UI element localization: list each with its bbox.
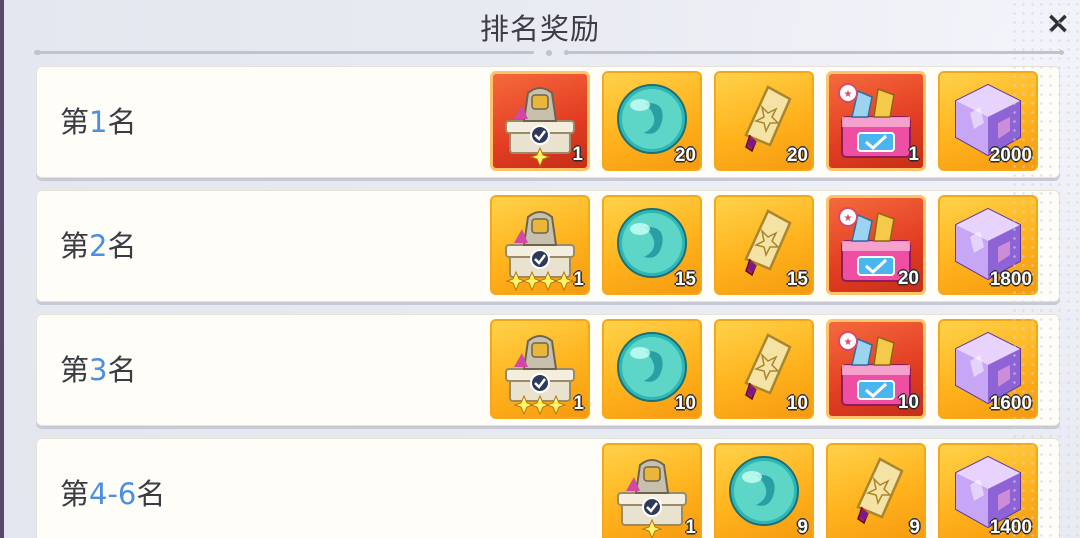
reward-item[interactable]: ★ 10 <box>826 319 926 419</box>
reward-quantity: 10 <box>897 392 919 413</box>
reward-item[interactable]: 1400 <box>938 443 1038 538</box>
reward-row: 第1名 1 20 20 ★ 1 2000 <box>36 66 1060 178</box>
reward-items: 1 9 9 1400 <box>602 443 1038 538</box>
reward-item[interactable]: 20 <box>714 71 814 171</box>
reward-items: 1 20 20 ★ 1 2000 <box>490 71 1038 171</box>
close-button[interactable]: × <box>1038 4 1078 44</box>
ranking-reward-panel: 排名奖励 × 第1名 1 20 20 ★ 1 2000 第2名 1 15 15 … <box>0 0 1080 538</box>
reward-item[interactable]: 1 <box>490 319 590 419</box>
rank-suffix: 名 <box>107 353 137 387</box>
reward-quantity: 1400 <box>989 517 1032 538</box>
rank-label: 第2名 <box>60 190 136 302</box>
reward-item[interactable]: 1800 <box>938 195 1038 295</box>
svg-text:★: ★ <box>844 337 853 348</box>
reward-quantity: 1 <box>572 144 583 165</box>
reward-item[interactable]: 20 <box>602 71 702 171</box>
rank-suffix: 名 <box>107 105 137 139</box>
reward-items: 1 10 10 ★ 10 1600 <box>490 319 1038 419</box>
reward-quantity: 1 <box>908 144 919 165</box>
rank-label: 第4-6名 <box>60 438 165 538</box>
reward-quantity: 10 <box>674 393 696 414</box>
reward-quantity: 9 <box>797 517 808 538</box>
rank-prefix: 第 <box>60 229 90 263</box>
rank-suffix: 名 <box>136 477 166 511</box>
reward-quantity: 1 <box>573 269 584 290</box>
reward-quantity: 15 <box>674 269 696 290</box>
reward-item[interactable]: 1 <box>602 443 702 538</box>
reward-row: 第3名 1 10 10 ★ 10 1600 <box>36 314 1060 426</box>
reward-item[interactable]: 1600 <box>938 319 1038 419</box>
svg-text:★: ★ <box>844 89 853 100</box>
rank-prefix: 第 <box>60 105 90 139</box>
panel-title: 排名奖励 <box>479 12 600 46</box>
reward-quantity: 1800 <box>989 269 1032 290</box>
reward-item[interactable]: 1 <box>490 71 590 171</box>
rank-suffix: 名 <box>107 229 137 263</box>
reward-row: 第2名 1 15 15 ★ 20 1800 <box>36 190 1060 302</box>
reward-quantity: 2000 <box>989 145 1032 166</box>
reward-item[interactable]: 9 <box>714 443 814 538</box>
reward-quantity: 10 <box>786 393 808 414</box>
rank-number: 4-6 <box>89 477 137 511</box>
reward-item[interactable]: 1 <box>490 195 590 295</box>
reward-item[interactable]: ★ 1 <box>826 71 926 171</box>
rank-number: 1 <box>89 105 108 139</box>
rank-number: 2 <box>89 229 108 263</box>
reward-item[interactable]: 15 <box>602 195 702 295</box>
reward-quantity: 1 <box>685 517 696 538</box>
reward-item[interactable]: 2000 <box>938 71 1038 171</box>
reward-quantity: 15 <box>786 269 808 290</box>
reward-list: 第1名 1 20 20 ★ 1 2000 第2名 1 15 15 ★ 20 18… <box>36 66 1060 538</box>
rank-label: 第3名 <box>60 314 136 426</box>
reward-quantity: 20 <box>674 145 696 166</box>
reward-quantity: 9 <box>909 517 920 538</box>
rank-number: 3 <box>89 353 108 387</box>
reward-quantity: 1600 <box>989 393 1032 414</box>
reward-quantity: 20 <box>897 268 919 289</box>
reward-item[interactable]: 10 <box>714 319 814 419</box>
title-divider-right <box>564 50 1064 55</box>
title-divider-left <box>34 50 534 55</box>
reward-quantity: 1 <box>573 393 584 414</box>
reward-item[interactable]: 10 <box>602 319 702 419</box>
reward-quantity: 20 <box>786 145 808 166</box>
title-divider-dot <box>546 50 552 56</box>
rank-prefix: 第 <box>60 353 90 387</box>
rank-label: 第1名 <box>60 66 136 178</box>
reward-item[interactable]: 15 <box>714 195 814 295</box>
reward-row: 第4-6名 1 9 9 1400 <box>36 438 1060 538</box>
rank-prefix: 第 <box>60 477 90 511</box>
svg-text:★: ★ <box>844 213 853 224</box>
reward-item[interactable]: ★ 20 <box>826 195 926 295</box>
reward-items: 1 15 15 ★ 20 1800 <box>490 195 1038 295</box>
reward-item[interactable]: 9 <box>826 443 926 538</box>
